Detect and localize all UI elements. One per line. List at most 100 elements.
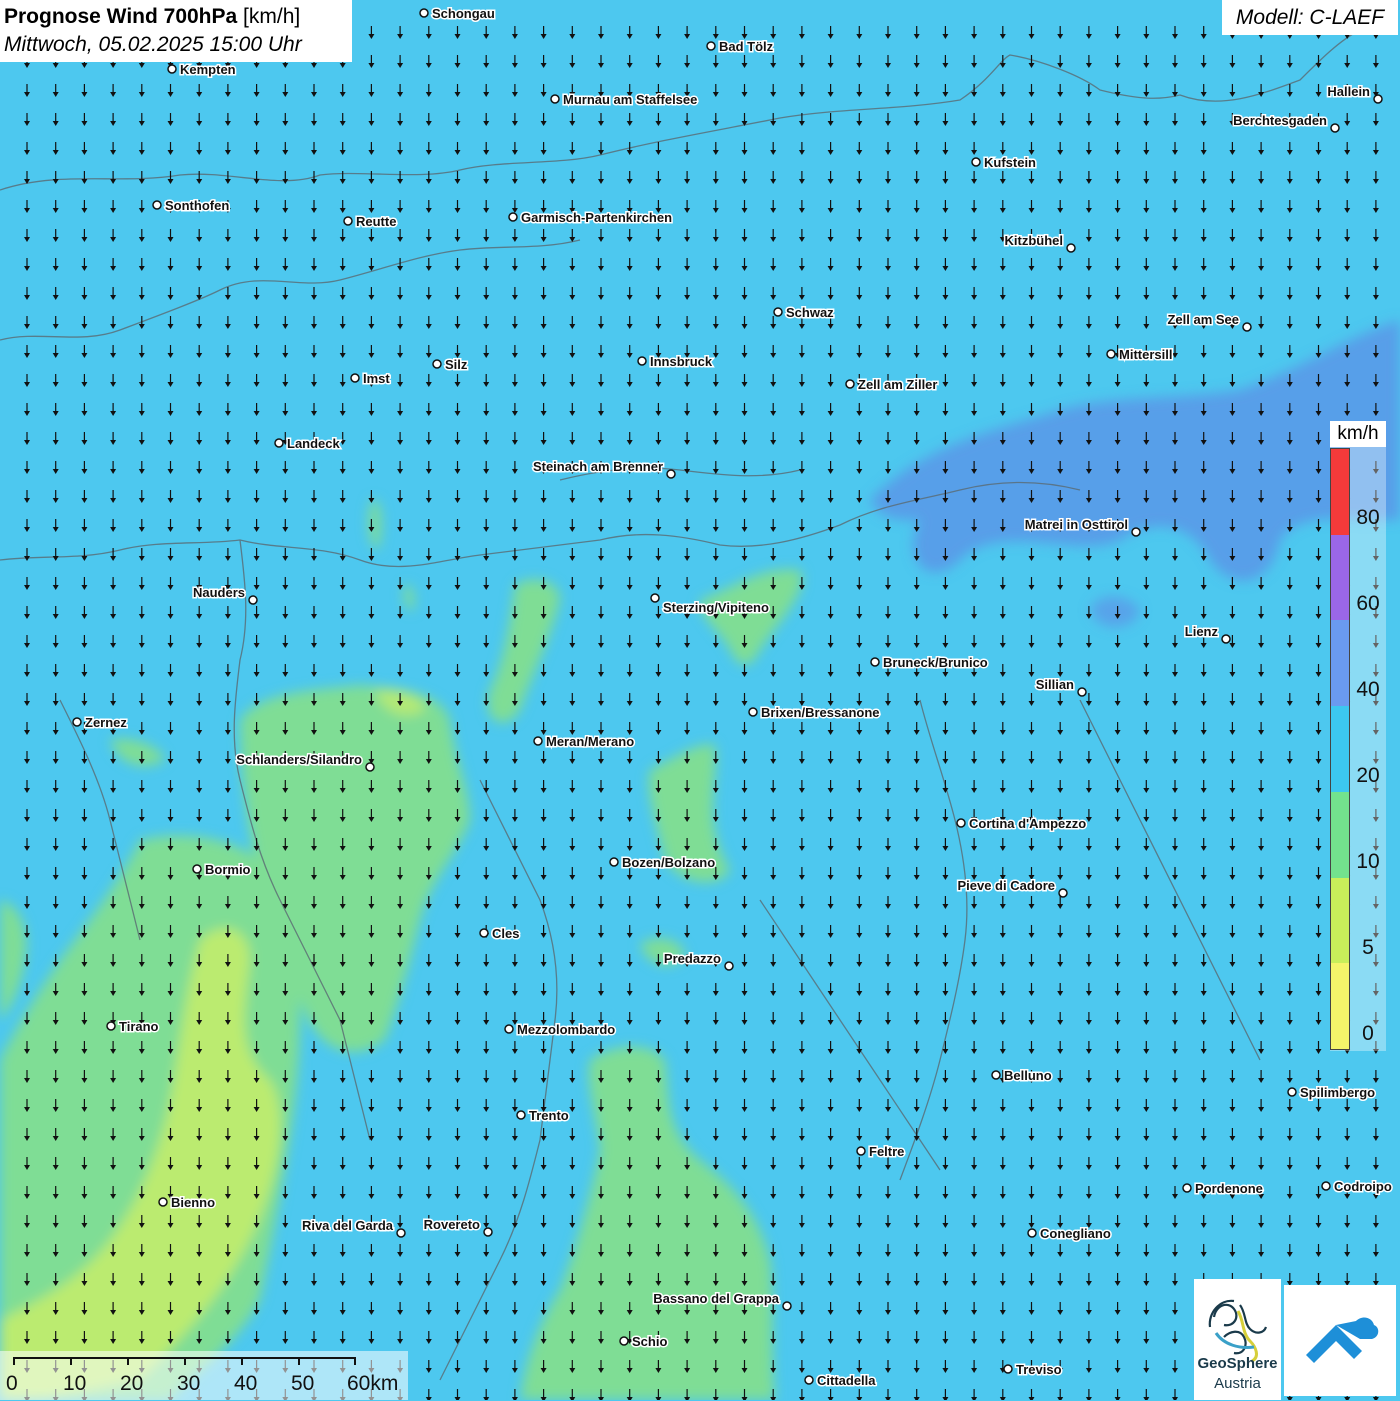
city-label: Berchtesgaden	[1233, 113, 1327, 128]
city-label: Innsbruck	[650, 354, 713, 369]
city-label: Spilimbergo	[1300, 1085, 1375, 1100]
city-dot	[365, 762, 375, 772]
legend-label: 20	[1356, 764, 1380, 787]
city-dot	[1058, 888, 1068, 898]
city-dot	[637, 356, 647, 366]
legend-swatch	[1331, 534, 1349, 621]
city-dot	[650, 593, 660, 603]
city-dot	[1330, 123, 1340, 133]
city-label: Zell am Ziller	[858, 377, 937, 392]
mountain-cloud-icon	[1306, 1317, 1379, 1363]
city-dot	[508, 212, 518, 222]
city-dot	[158, 1197, 168, 1207]
scale-label: 10	[63, 1372, 87, 1395]
city-dot	[1106, 349, 1116, 359]
city-dot	[483, 1227, 493, 1237]
city-label: Feltre	[869, 1144, 904, 1159]
map-title: Prognose Wind 700hPa [km/h]	[4, 3, 348, 31]
city-label: Belluno	[1004, 1068, 1052, 1083]
title-main: Prognose Wind 700hPa	[4, 5, 238, 28]
city-label: Schongau	[432, 6, 495, 21]
city-dot	[1373, 94, 1383, 104]
city-label: Bruneck/Brunico	[883, 655, 988, 670]
city-label: Bad Tölz	[719, 39, 774, 54]
city-label: Lienz	[1185, 624, 1219, 639]
city-label: Sterzing/Vipiteno	[663, 600, 769, 615]
legend-unit: km/h	[1330, 421, 1386, 447]
city-dot	[1131, 527, 1141, 537]
city-dot	[1182, 1183, 1192, 1193]
city-dot	[724, 961, 734, 971]
city-label: Codroipo	[1334, 1179, 1392, 1194]
city-dot	[1027, 1228, 1037, 1238]
scale-tick	[13, 1357, 15, 1365]
city-dot	[533, 736, 543, 746]
city-dot	[192, 864, 202, 874]
city-label: Imst	[363, 371, 390, 386]
city-marker: Zell am Ziller	[845, 376, 939, 394]
city-label: Cles	[492, 926, 519, 941]
city-label: Conegliano	[1040, 1226, 1111, 1241]
legend-swatch	[1331, 620, 1349, 707]
city-dot	[706, 41, 716, 51]
forecast-datetime: Mittwoch, 05.02.2025 15:00 Uhr	[4, 33, 302, 56]
legend-swatch	[1331, 449, 1349, 535]
city-label: Landeck	[287, 436, 341, 451]
city-dot	[106, 1021, 116, 1031]
city-label: Riva del Garda	[302, 1218, 394, 1233]
city-dot	[350, 373, 360, 383]
city-label: Bormio	[205, 862, 251, 877]
legend-label: 0	[1362, 1022, 1374, 1045]
scale-tick	[184, 1357, 186, 1365]
city-dot	[72, 717, 82, 727]
city-dot	[845, 379, 855, 389]
city-dot	[748, 707, 758, 717]
city-dot	[343, 216, 353, 226]
city-marker: Meran/Merano	[533, 733, 636, 751]
city-marker: Murnau am Staffelsee	[550, 91, 699, 109]
city-label: Mezzolombardo	[517, 1022, 615, 1037]
city-marker: Garmisch-Partenkirchen	[508, 209, 674, 227]
city-dot	[1066, 243, 1076, 253]
city-label: Sonthofen	[165, 198, 229, 213]
legend-label: 5	[1362, 936, 1374, 959]
city-dot	[167, 64, 177, 74]
city-dot	[1077, 687, 1087, 697]
city-label: Pieve di Cadore	[957, 878, 1055, 893]
city-label: Murnau am Staffelsee	[563, 92, 697, 107]
city-dot	[1003, 1364, 1013, 1374]
scale-label: 30	[177, 1372, 201, 1395]
model-label: Modell: C-LAEF	[1222, 0, 1398, 35]
city-label: Schlanders/Silandro	[236, 752, 362, 767]
scale-tick	[298, 1357, 300, 1365]
city-label: Treviso	[1016, 1362, 1062, 1377]
city-label: Silz	[445, 357, 468, 372]
geosphere-logo: GeoSphere Austria	[1194, 1279, 1281, 1400]
city-label: Nauders	[193, 585, 245, 600]
city-marker: Schongau	[419, 5, 496, 23]
city-dot	[396, 1228, 406, 1238]
city-marker: Cortina d'Ampezzo	[956, 815, 1088, 833]
city-dot	[804, 1375, 814, 1385]
legend-color-bar	[1330, 448, 1350, 1050]
city-dot	[782, 1301, 792, 1311]
city-dot	[550, 94, 560, 104]
scale-tick	[70, 1357, 72, 1365]
city-marker: Spilimbergo	[1287, 1084, 1377, 1102]
geosphere-country: Austria	[1214, 1375, 1261, 1392]
city-label: Cortina d'Ampezzo	[969, 816, 1086, 831]
legend-swatch	[1331, 963, 1349, 1049]
city-marker: Bruneck/Brunico	[870, 654, 989, 672]
city-label: Trento	[529, 1108, 569, 1123]
geosphere-name: GeoSphere	[1197, 1355, 1278, 1372]
legend-label: 10	[1356, 850, 1380, 873]
scale-label: 20	[120, 1372, 144, 1395]
city-dot	[504, 1024, 514, 1034]
scale-tick	[241, 1357, 243, 1365]
city-label: Sillian	[1036, 677, 1074, 692]
city-dot	[479, 928, 489, 938]
city-label: Schio	[632, 1334, 667, 1349]
city-label: Garmisch-Partenkirchen	[521, 210, 672, 225]
city-label: Kempten	[180, 62, 236, 77]
city-label: Matrei in Osttirol	[1025, 517, 1128, 532]
